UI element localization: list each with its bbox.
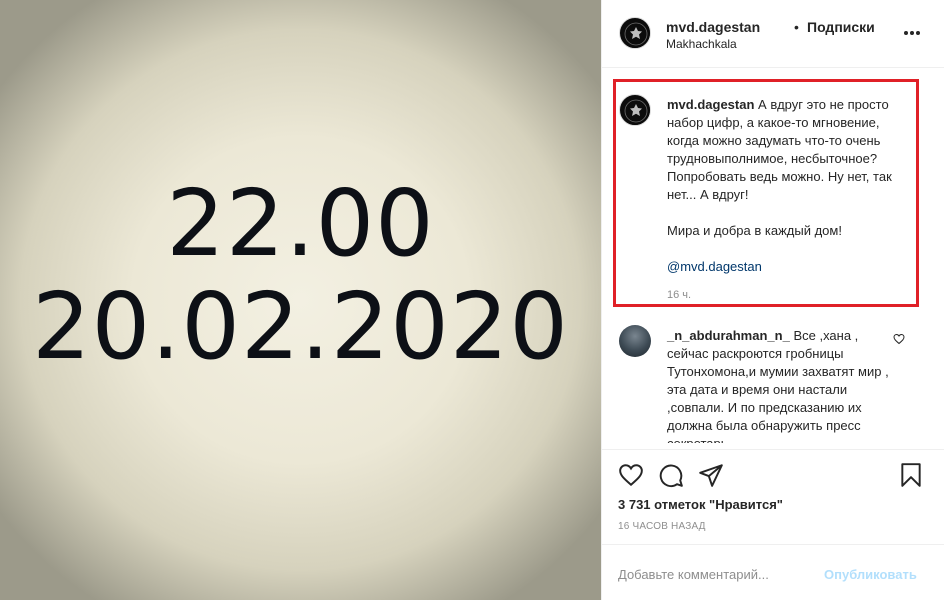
more-options-icon[interactable] (904, 24, 926, 42)
post-header: mvd.dagestan • Подписки Makhachkala (602, 0, 944, 68)
post-image[interactable]: 22.00 20.02.2020 (0, 0, 601, 600)
image-time-text: 22.00 (166, 170, 435, 277)
comment-like-heart-icon[interactable] (893, 333, 905, 345)
caption-author-avatar[interactable] (619, 94, 651, 126)
author-username-link[interactable]: mvd.dagestan (666, 19, 760, 35)
post-side-panel: mvd.dagestan • Подписки Makhachkala mvd.… (601, 0, 944, 600)
comment-input[interactable]: Добавьте комментарий... (618, 567, 769, 582)
heart-icon[interactable] (618, 462, 644, 488)
police-emblem-icon (621, 19, 650, 48)
post-age: 16 ЧАСОВ НАЗАД (618, 521, 706, 532)
share-icon[interactable] (698, 462, 724, 488)
add-comment-bar: Добавьте комментарий... Опубликовать (602, 544, 944, 600)
location-link[interactable]: Makhachkala (666, 37, 737, 51)
publish-button[interactable]: Опубликовать (824, 567, 917, 582)
commenter-avatar[interactable] (619, 325, 651, 357)
following-button[interactable]: Подписки (807, 19, 875, 35)
comment-text: _n_abdurahman_n_ Все ,хана , сейчас раск… (667, 327, 891, 443)
caption-text: mvd.dagestan А вдруг это не просто набор… (667, 96, 912, 276)
header-separator: • (794, 19, 799, 35)
caption-mention-link[interactable]: @mvd.dagestan (667, 258, 912, 276)
caption-body: А вдруг это не просто набор цифр, а како… (667, 97, 892, 202)
likes-count[interactable]: 3 731 отметок "Нравится" (618, 497, 783, 512)
caption-timestamp: 16 ч. (667, 289, 692, 301)
bookmark-icon[interactable] (898, 462, 924, 488)
author-avatar[interactable] (619, 17, 651, 49)
caption-second-paragraph: Мира и добра в каждый дом! (667, 223, 842, 238)
commenter-username-link[interactable]: _n_abdurahman_n_ (667, 328, 790, 343)
image-date-text: 20.02.2020 (32, 273, 569, 380)
caption-username-link[interactable]: mvd.dagestan (667, 97, 754, 112)
comment-icon[interactable] (658, 462, 684, 488)
comment-body: Все ,хана , сейчас раскроются гробницы Т… (667, 328, 889, 443)
comment-item: _n_abdurahman_n_ Все ,хана , сейчас раск… (619, 325, 929, 443)
police-emblem-icon (621, 96, 650, 125)
post-actions-section: 3 731 отметок "Нравится" 16 ЧАСОВ НАЗАД … (602, 449, 944, 600)
